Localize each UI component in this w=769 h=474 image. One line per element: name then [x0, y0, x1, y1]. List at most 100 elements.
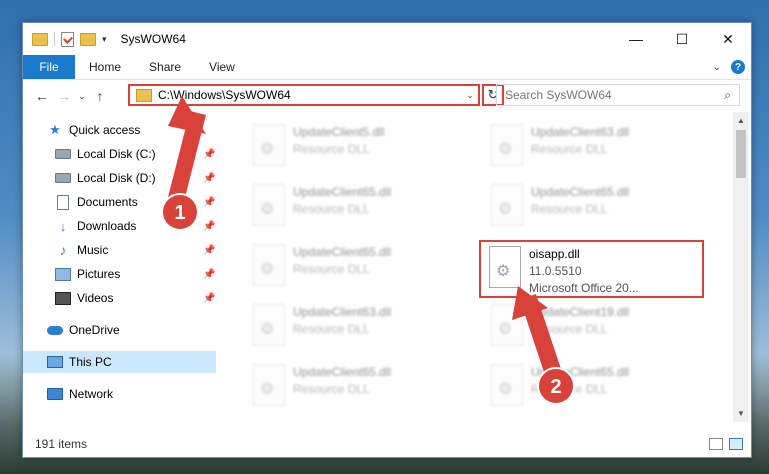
sidebar-item-label: Pictures	[77, 267, 121, 281]
search-input[interactable]: Search SysWOW64 ⌕	[496, 84, 740, 106]
expand-ribbon-icon[interactable]: ⌄	[713, 62, 721, 73]
file-name: UpdateClient19.dll	[531, 305, 630, 319]
file-type: Resource DLL	[293, 202, 370, 216]
file-name: UpdateClient65.dll	[293, 365, 392, 379]
folder-icon	[136, 88, 152, 102]
file-type: Resource DLL	[531, 202, 608, 216]
sidebar-item-label: Local Disk (D:)	[77, 171, 156, 185]
dll-file-icon	[253, 364, 285, 406]
sidebar-item-label: Music	[77, 243, 109, 257]
pictures-icon	[55, 267, 71, 281]
file-type: Resource DLL	[531, 322, 608, 336]
file-name: UpdateClient65.dll	[293, 245, 392, 259]
tab-home[interactable]: Home	[75, 55, 135, 79]
file-name: UpdateClient63.dll	[531, 125, 630, 139]
scroll-thumb[interactable]	[736, 130, 746, 178]
star-icon: ★	[49, 122, 61, 137]
folder-icon	[32, 32, 48, 46]
quick-access-toolbar: ▾	[23, 31, 107, 47]
sidebar-item-label: OneDrive	[69, 323, 120, 337]
sidebar-item-label: Videos	[77, 291, 114, 305]
sidebar-item-pictures[interactable]: Pictures 📌	[23, 263, 216, 285]
help-icon[interactable]: ?	[731, 60, 745, 74]
back-button[interactable]: ←	[31, 88, 53, 104]
file-item[interactable]: UpdateClient5.dll Resource DLL	[245, 124, 465, 174]
tab-file[interactable]: File	[23, 55, 75, 79]
tab-view[interactable]: View	[195, 55, 249, 79]
file-type: Resource DLL	[293, 382, 370, 396]
search-placeholder: Search SysWOW64	[505, 88, 612, 102]
address-path[interactable]: C:\Windows\SysWOW64	[158, 88, 462, 102]
dll-file-icon	[489, 246, 521, 288]
sidebar-item-music[interactable]: ♪ Music 📌	[23, 239, 216, 261]
window-title: SysWOW64	[120, 32, 186, 46]
file-version: 11.0.5510	[529, 264, 582, 278]
file-type: Resource DLL	[293, 262, 370, 276]
file-item[interactable]: UpdateClient65.dll Resource DLL	[245, 364, 465, 414]
toolbar-divider	[54, 32, 55, 46]
file-name: UpdateClient5.dll	[293, 125, 385, 139]
details-view-icon[interactable]	[709, 438, 723, 450]
pin-icon: 📌	[203, 148, 216, 160]
file-description: Microsoft Office 20...	[529, 281, 639, 295]
dll-file-icon	[491, 124, 523, 166]
chevron-down-icon[interactable]: ⌄	[462, 90, 478, 101]
file-type: Resource DLL	[531, 142, 608, 156]
dll-file-icon	[491, 184, 523, 226]
scroll-down-icon[interactable]: ▼	[733, 409, 749, 418]
file-item[interactable]: UpdateClient65.dll Resource DLL	[483, 184, 703, 234]
properties-icon[interactable]	[61, 31, 74, 47]
vertical-scrollbar[interactable]: ▲ ▼	[733, 112, 749, 422]
sidebar-item-videos[interactable]: Videos 📌	[23, 287, 216, 309]
address-bar[interactable]: C:\Windows\SysWOW64 ⌄	[128, 84, 480, 106]
videos-icon	[55, 291, 71, 305]
large-icons-view-icon[interactable]	[729, 438, 743, 450]
dll-file-icon	[253, 304, 285, 346]
file-item[interactable]: UpdateClient19.dll Resource DLL	[483, 304, 703, 354]
file-name: UpdateClient65.dll	[531, 185, 630, 199]
sidebar-item-downloads[interactable]: ↓ Downloads 📌	[23, 215, 216, 237]
file-name: UpdateClient65.dll	[293, 185, 392, 199]
file-item[interactable]: UpdateClient63.dll Resource DLL	[483, 124, 703, 174]
status-bar: 191 items	[23, 433, 751, 455]
up-button[interactable]: ↑	[89, 88, 111, 104]
file-item[interactable]: UpdateClient65.dll Resource DLL	[245, 244, 465, 294]
scroll-up-icon[interactable]: ▲	[733, 116, 749, 125]
new-folder-icon[interactable]	[80, 32, 96, 46]
sidebar-item-local-disk-d[interactable]: Local Disk (D:) 📌	[23, 167, 216, 189]
file-item[interactable]: UpdateClient65.dll Resource DLL	[483, 364, 703, 414]
sidebar-item-label: Quick access	[69, 123, 141, 137]
pin-icon: 📌	[203, 268, 216, 280]
sidebar-item-label: Documents	[77, 195, 138, 209]
sidebar-item-documents[interactable]: Documents 📌	[23, 191, 216, 213]
navigation-pane: ★ Quick access Local Disk (C:) 📌 Local D…	[23, 119, 216, 419]
maximize-button[interactable]: ☐	[659, 23, 705, 55]
ribbon-right: ⌄ ?	[713, 55, 751, 79]
cloud-icon	[47, 323, 63, 337]
search-icon[interactable]: ⌕	[724, 88, 731, 103]
minimize-button[interactable]: —	[613, 23, 659, 55]
file-name: UpdateClient65.dll	[531, 365, 630, 379]
recent-locations-button[interactable]: ⌄	[75, 91, 89, 102]
dll-file-icon	[253, 244, 285, 286]
sidebar-item-local-disk-c[interactable]: Local Disk (C:) 📌	[23, 143, 216, 165]
customize-toolbar-icon[interactable]: ▾	[102, 34, 107, 45]
sidebar-item-quick-access[interactable]: ★ Quick access	[23, 119, 216, 141]
sidebar-item-network[interactable]: Network	[23, 383, 216, 405]
tab-share[interactable]: Share	[135, 55, 195, 79]
close-button[interactable]: ✕	[705, 23, 751, 55]
sidebar-item-this-pc[interactable]: This PC	[23, 351, 216, 373]
sidebar-item-label: Downloads	[77, 219, 137, 233]
file-item-oisapp-dll[interactable]: oisapp.dll 11.0.5510 Microsoft Office 20…	[479, 240, 704, 298]
window-controls: — ☐ ✕	[613, 23, 751, 55]
file-name: UpdateClient63.dll	[293, 305, 392, 319]
file-item[interactable]: UpdateClient63.dll Resource DLL	[245, 304, 465, 354]
dll-file-icon	[491, 364, 523, 406]
forward-button[interactable]: →	[53, 88, 75, 104]
sidebar-item-label: Network	[69, 387, 114, 401]
computer-icon	[47, 355, 63, 369]
ribbon-tabs: File Home Share View ⌄ ?	[23, 55, 751, 80]
file-type: Resource DLL	[293, 322, 370, 336]
sidebar-item-onedrive[interactable]: OneDrive	[23, 319, 216, 341]
file-item[interactable]: UpdateClient65.dll Resource DLL	[245, 184, 465, 234]
